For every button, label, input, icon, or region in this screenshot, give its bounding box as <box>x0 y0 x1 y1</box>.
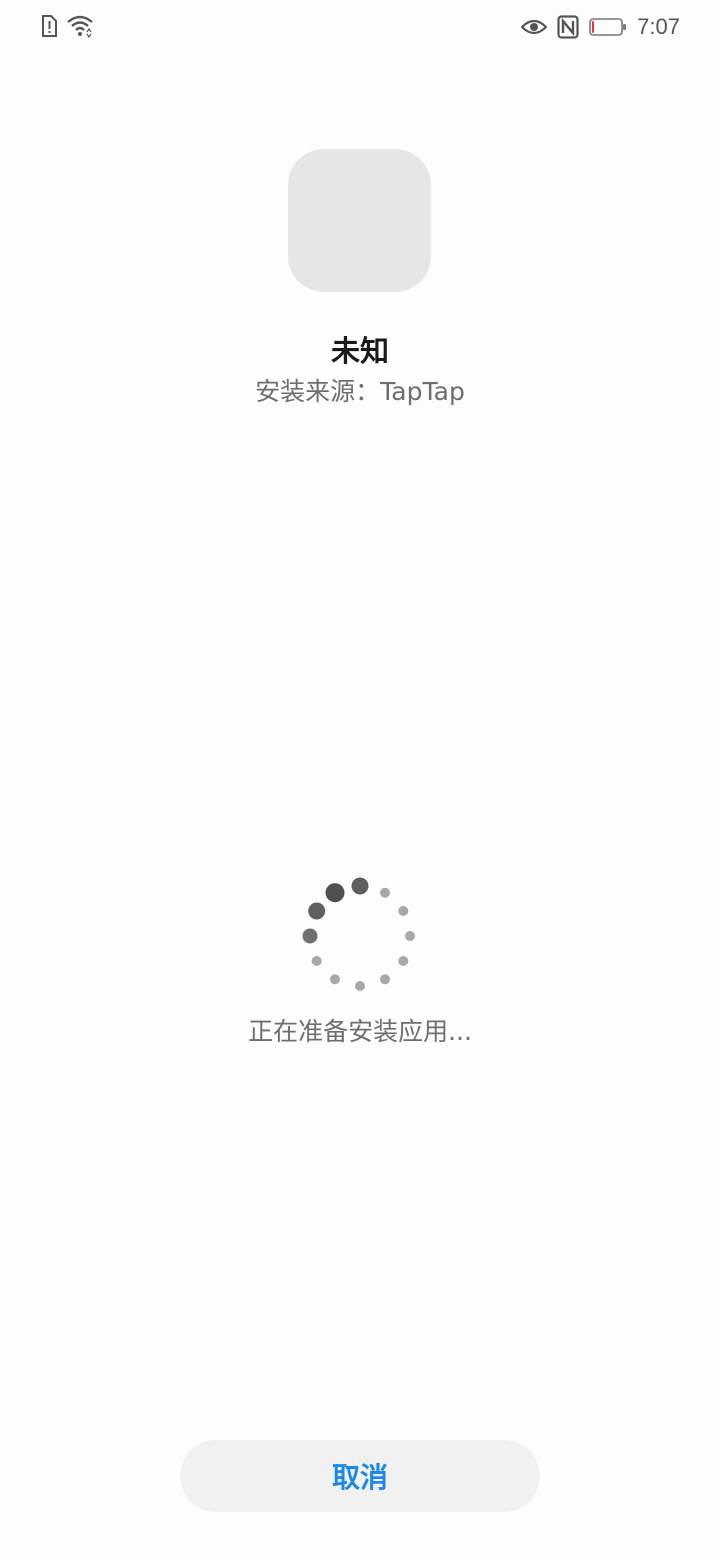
spinner-dot <box>380 974 390 985</box>
sim-alert-icon <box>40 14 58 38</box>
spinner-dot <box>308 902 326 920</box>
loading-spinner-icon <box>300 876 420 996</box>
spinner-dot <box>355 981 365 991</box>
status-right: 7:07 <box>521 12 680 42</box>
spinner-dot <box>405 931 415 941</box>
battery-low-icon <box>589 17 627 37</box>
spinner-dot <box>330 974 340 985</box>
nfc-icon <box>557 15 579 39</box>
app-name: 未知 <box>330 334 389 368</box>
spinner-dot <box>380 887 390 898</box>
install-status-text: 正在准备安装应用... <box>248 1017 472 1046</box>
eye-icon <box>521 17 548 37</box>
spinner-dot <box>398 956 409 966</box>
spinner-dot <box>311 956 322 966</box>
status-left <box>40 14 94 38</box>
cancel-button[interactable]: 取消 <box>180 1440 540 1512</box>
app-icon-placeholder <box>288 149 431 292</box>
status-bar: 7:07 <box>0 0 720 56</box>
clock: 7:07 <box>637 14 680 39</box>
spinner-dot <box>398 906 409 916</box>
install-source: 安装来源：TapTap <box>255 377 465 406</box>
wifi-icon <box>66 14 94 38</box>
spinner-dot <box>351 877 369 895</box>
spinner-dot <box>302 928 318 944</box>
spinner-dot <box>325 883 345 903</box>
